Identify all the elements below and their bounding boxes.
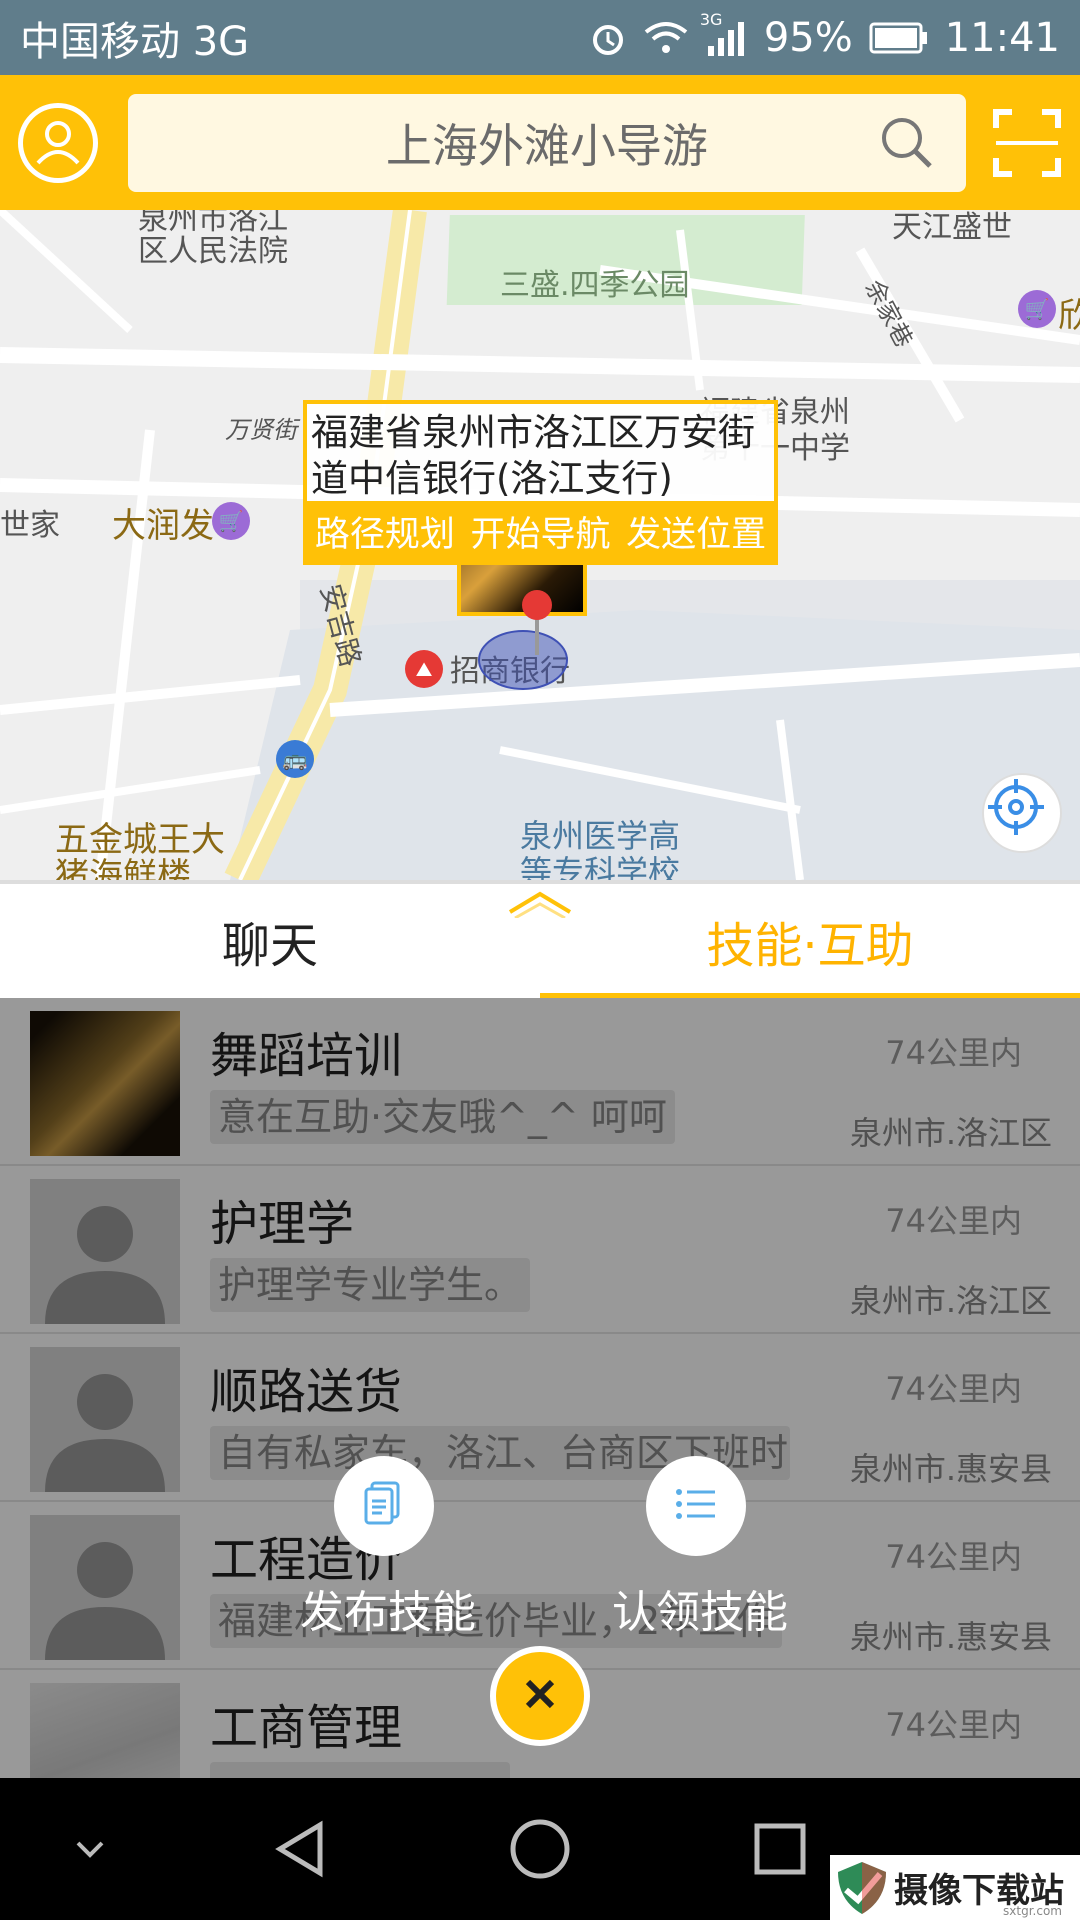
back-icon — [275, 1820, 323, 1878]
hide-keyboard-button[interactable] — [50, 1778, 130, 1920]
route-plan-button[interactable]: 路径规划 — [315, 506, 455, 557]
pin-stick — [535, 615, 539, 655]
close-icon — [522, 1676, 558, 1716]
locate-button[interactable] — [982, 773, 1062, 853]
user-icon — [30, 113, 86, 173]
map-label-court: 泉州市洛江 区人民法院 — [138, 210, 288, 269]
map-label-wujincheng: 五金城王大 猪海鲜楼 — [55, 820, 225, 880]
wifi-icon — [644, 20, 688, 56]
map-label-road-wanxian: 万贤街 — [225, 416, 297, 444]
clock: 11:41 — [944, 14, 1060, 61]
search-icon[interactable] — [878, 114, 936, 176]
map-label-hospital-school: 泉州医学高 等专科学校 — [520, 817, 681, 880]
home-button[interactable] — [500, 1778, 580, 1920]
current-location-marker — [478, 630, 568, 690]
watermark-site: sxtgr.com — [1003, 1904, 1062, 1918]
map-label-tianjiang: 天江盛世 — [892, 210, 1012, 245]
carrier-label: 中国移动 3G — [20, 18, 250, 65]
close-menu-button[interactable] — [490, 1646, 590, 1746]
shop-poi-right-icon[interactable]: 🛒 — [1018, 290, 1056, 328]
map-label-park: 三盛.四季公园 — [500, 268, 690, 303]
scan-icon — [992, 108, 1062, 182]
popup-address: 福建省泉州市洛江区万安街道中信银行(洛江支行) — [311, 411, 755, 500]
chevron-up-icon[interactable] — [505, 888, 575, 918]
location-pin-icon[interactable] — [522, 590, 552, 620]
popup-actions: 路径规划 开始导航 发送位置 — [307, 501, 774, 561]
document-icon — [362, 1479, 406, 1533]
start-navigation-button[interactable]: 开始导航 — [470, 506, 610, 557]
publish-skill-button[interactable] — [334, 1456, 434, 1556]
list-icon — [674, 1484, 718, 1528]
status-bar: 中国移动 3G 3G 95% 11:41 — [0, 0, 1080, 75]
publish-skill-label[interactable]: 发布技能 — [300, 1576, 476, 1640]
watermark-logo — [838, 1861, 886, 1914]
map-label-darunfa: 大润发 — [112, 506, 214, 546]
top-bar: 上海外滩小导游 — [0, 75, 1080, 210]
search-box[interactable]: 上海外滩小导游 — [127, 93, 966, 192]
map-view[interactable]: 泉州市洛江 区人民法院 三盛.四季公园 天江盛世 福建省泉州 第十一中学 万贤街… — [0, 210, 1080, 880]
tab-chat[interactable]: 聊天 — [0, 884, 540, 998]
recents-button[interactable] — [740, 1778, 820, 1920]
search-query: 上海外滩小导游 — [385, 118, 708, 173]
network-type: 3G — [699, 9, 723, 29]
location-popup: 福建省泉州市洛江区万安街道中信银行(洛江支行) 路径规划 开始导航 发送位置 — [303, 400, 778, 565]
map-label-right-edge: 欣 — [1058, 296, 1080, 336]
map-label-shijia: 世家 — [0, 508, 60, 543]
battery-icon — [869, 22, 929, 54]
shop-poi-icon[interactable]: 🛒 — [212, 502, 250, 540]
back-button[interactable] — [260, 1778, 340, 1920]
tab-skills[interactable]: 技能·互助 — [540, 884, 1080, 998]
send-location-button[interactable]: 发送位置 — [626, 506, 766, 557]
scan-button[interactable] — [992, 108, 1062, 178]
claim-skill-button[interactable] — [646, 1456, 746, 1556]
bus-stop-icon[interactable]: 🚌 — [276, 740, 314, 778]
chevron-down-icon — [76, 1841, 104, 1858]
recents-icon — [754, 1823, 806, 1875]
alarm-icon — [588, 18, 628, 58]
battery-percent: 95% — [763, 14, 853, 61]
user-profile-button[interactable] — [18, 102, 98, 183]
bank-poi-icon[interactable]: ⛰ — [405, 650, 443, 688]
home-icon — [510, 1819, 570, 1879]
claim-skill-label[interactable]: 认领技能 — [612, 1576, 788, 1640]
watermark: 摄像下载站 sxtgr.com — [830, 1855, 1080, 1920]
signal-icon: 3G — [700, 10, 748, 58]
